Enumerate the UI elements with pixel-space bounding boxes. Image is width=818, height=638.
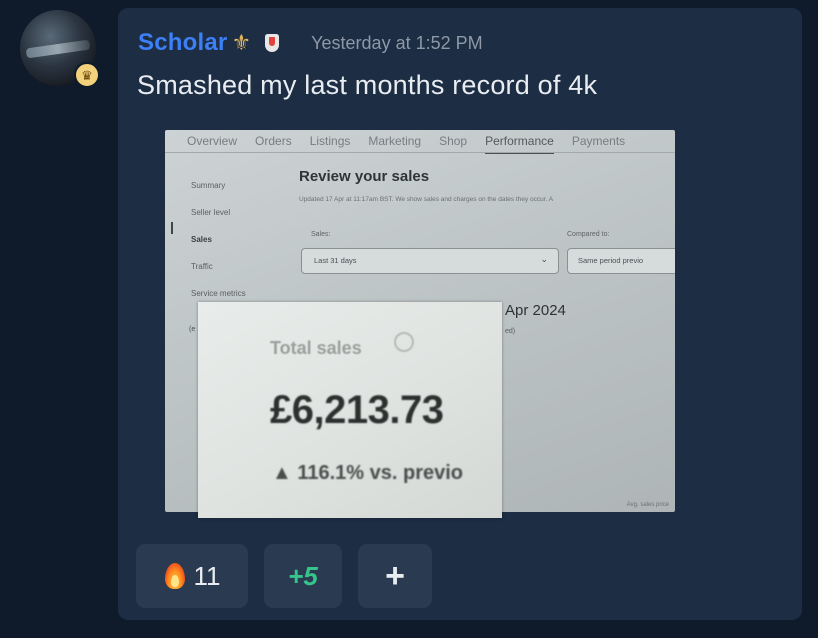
photo-tab: Listings: [309, 134, 351, 148]
photo-tab-bar: Overview Orders Listings Marketing Shop …: [187, 130, 625, 154]
photo-side-nav: Summary Seller level Sales Traffic Servi…: [191, 172, 246, 307]
reaction-fire[interactable]: 11: [136, 544, 248, 608]
photo-compared-select: Same period previo: [567, 248, 675, 274]
info-icon: [394, 332, 414, 352]
reaction-bar: 11 +5 +: [136, 544, 432, 608]
photo-updated-text: Updated 17 Apr at 11:17am BST. We show s…: [299, 196, 554, 203]
total-sales-value: £6,213.73: [270, 388, 444, 432]
sales-change: ▲ 116.1% vs. previo: [272, 462, 464, 484]
avatar-image-band: [25, 39, 91, 59]
reaction-more[interactable]: +5: [264, 544, 342, 608]
crown-icon: ♛: [74, 62, 100, 88]
photo-sales-select-value: Last 31 days: [314, 256, 357, 265]
photo-sales-select: Last 31 days ⌄: [301, 248, 559, 274]
reaction-count: 11: [193, 560, 221, 591]
photo-footer: Avg. sales price: [626, 502, 669, 508]
total-sales-label: Total sales: [270, 338, 362, 358]
photo-side-item: Summary: [191, 181, 226, 190]
photo-tab-active: Performance: [485, 130, 554, 154]
message-text: Smashed my last months record of 4k: [137, 70, 598, 100]
plus-icon: +: [385, 557, 405, 595]
photo-compared-select-value: Same period previo: [578, 256, 644, 265]
photo-side-item: Traffic: [191, 262, 213, 271]
photo-tab: Shop: [439, 134, 468, 148]
message-card: Scholar ⚜ Yesterday at 1:52 PM Smashed m…: [118, 8, 802, 620]
add-reaction-button[interactable]: +: [358, 544, 432, 608]
chevron-down-icon: ⌄: [540, 254, 548, 264]
photo-sales-label: Sales:: [311, 231, 331, 238]
photo-divider: [165, 152, 675, 153]
fleur-de-lis-icon: ⚜: [231, 30, 252, 55]
zoomed-inset: Total sales £6,213.73 ▲ 116.1% vs. previ…: [198, 302, 502, 518]
photo-side-item: Seller level: [191, 208, 231, 217]
photo-tab: Overview: [187, 134, 238, 148]
photo-side-item-selected: Sales: [191, 235, 212, 244]
photo-left-fragment: (e: [189, 326, 196, 333]
photo-title: Review your sales: [299, 168, 430, 185]
shield-badge-icon[interactable]: [265, 34, 280, 52]
timestamp: Yesterday at 1:52 PM: [311, 32, 483, 53]
photo-date-sub: ed): [505, 328, 516, 335]
photo-side-marker: [171, 222, 173, 234]
photo-tab: Payments: [571, 134, 626, 148]
photo-compared-label: Compared to:: [567, 231, 610, 238]
fire-icon: [164, 561, 186, 591]
photo-tab: Orders: [255, 134, 292, 148]
username[interactable]: Scholar: [138, 29, 227, 57]
photo-date-heading: Apr 2024: [505, 302, 566, 319]
photo-tab: Marketing: [368, 134, 422, 148]
message-header: Scholar ⚜ Yesterday at 1:52 PM: [138, 29, 483, 57]
more-reactions-count: +5: [288, 560, 318, 591]
